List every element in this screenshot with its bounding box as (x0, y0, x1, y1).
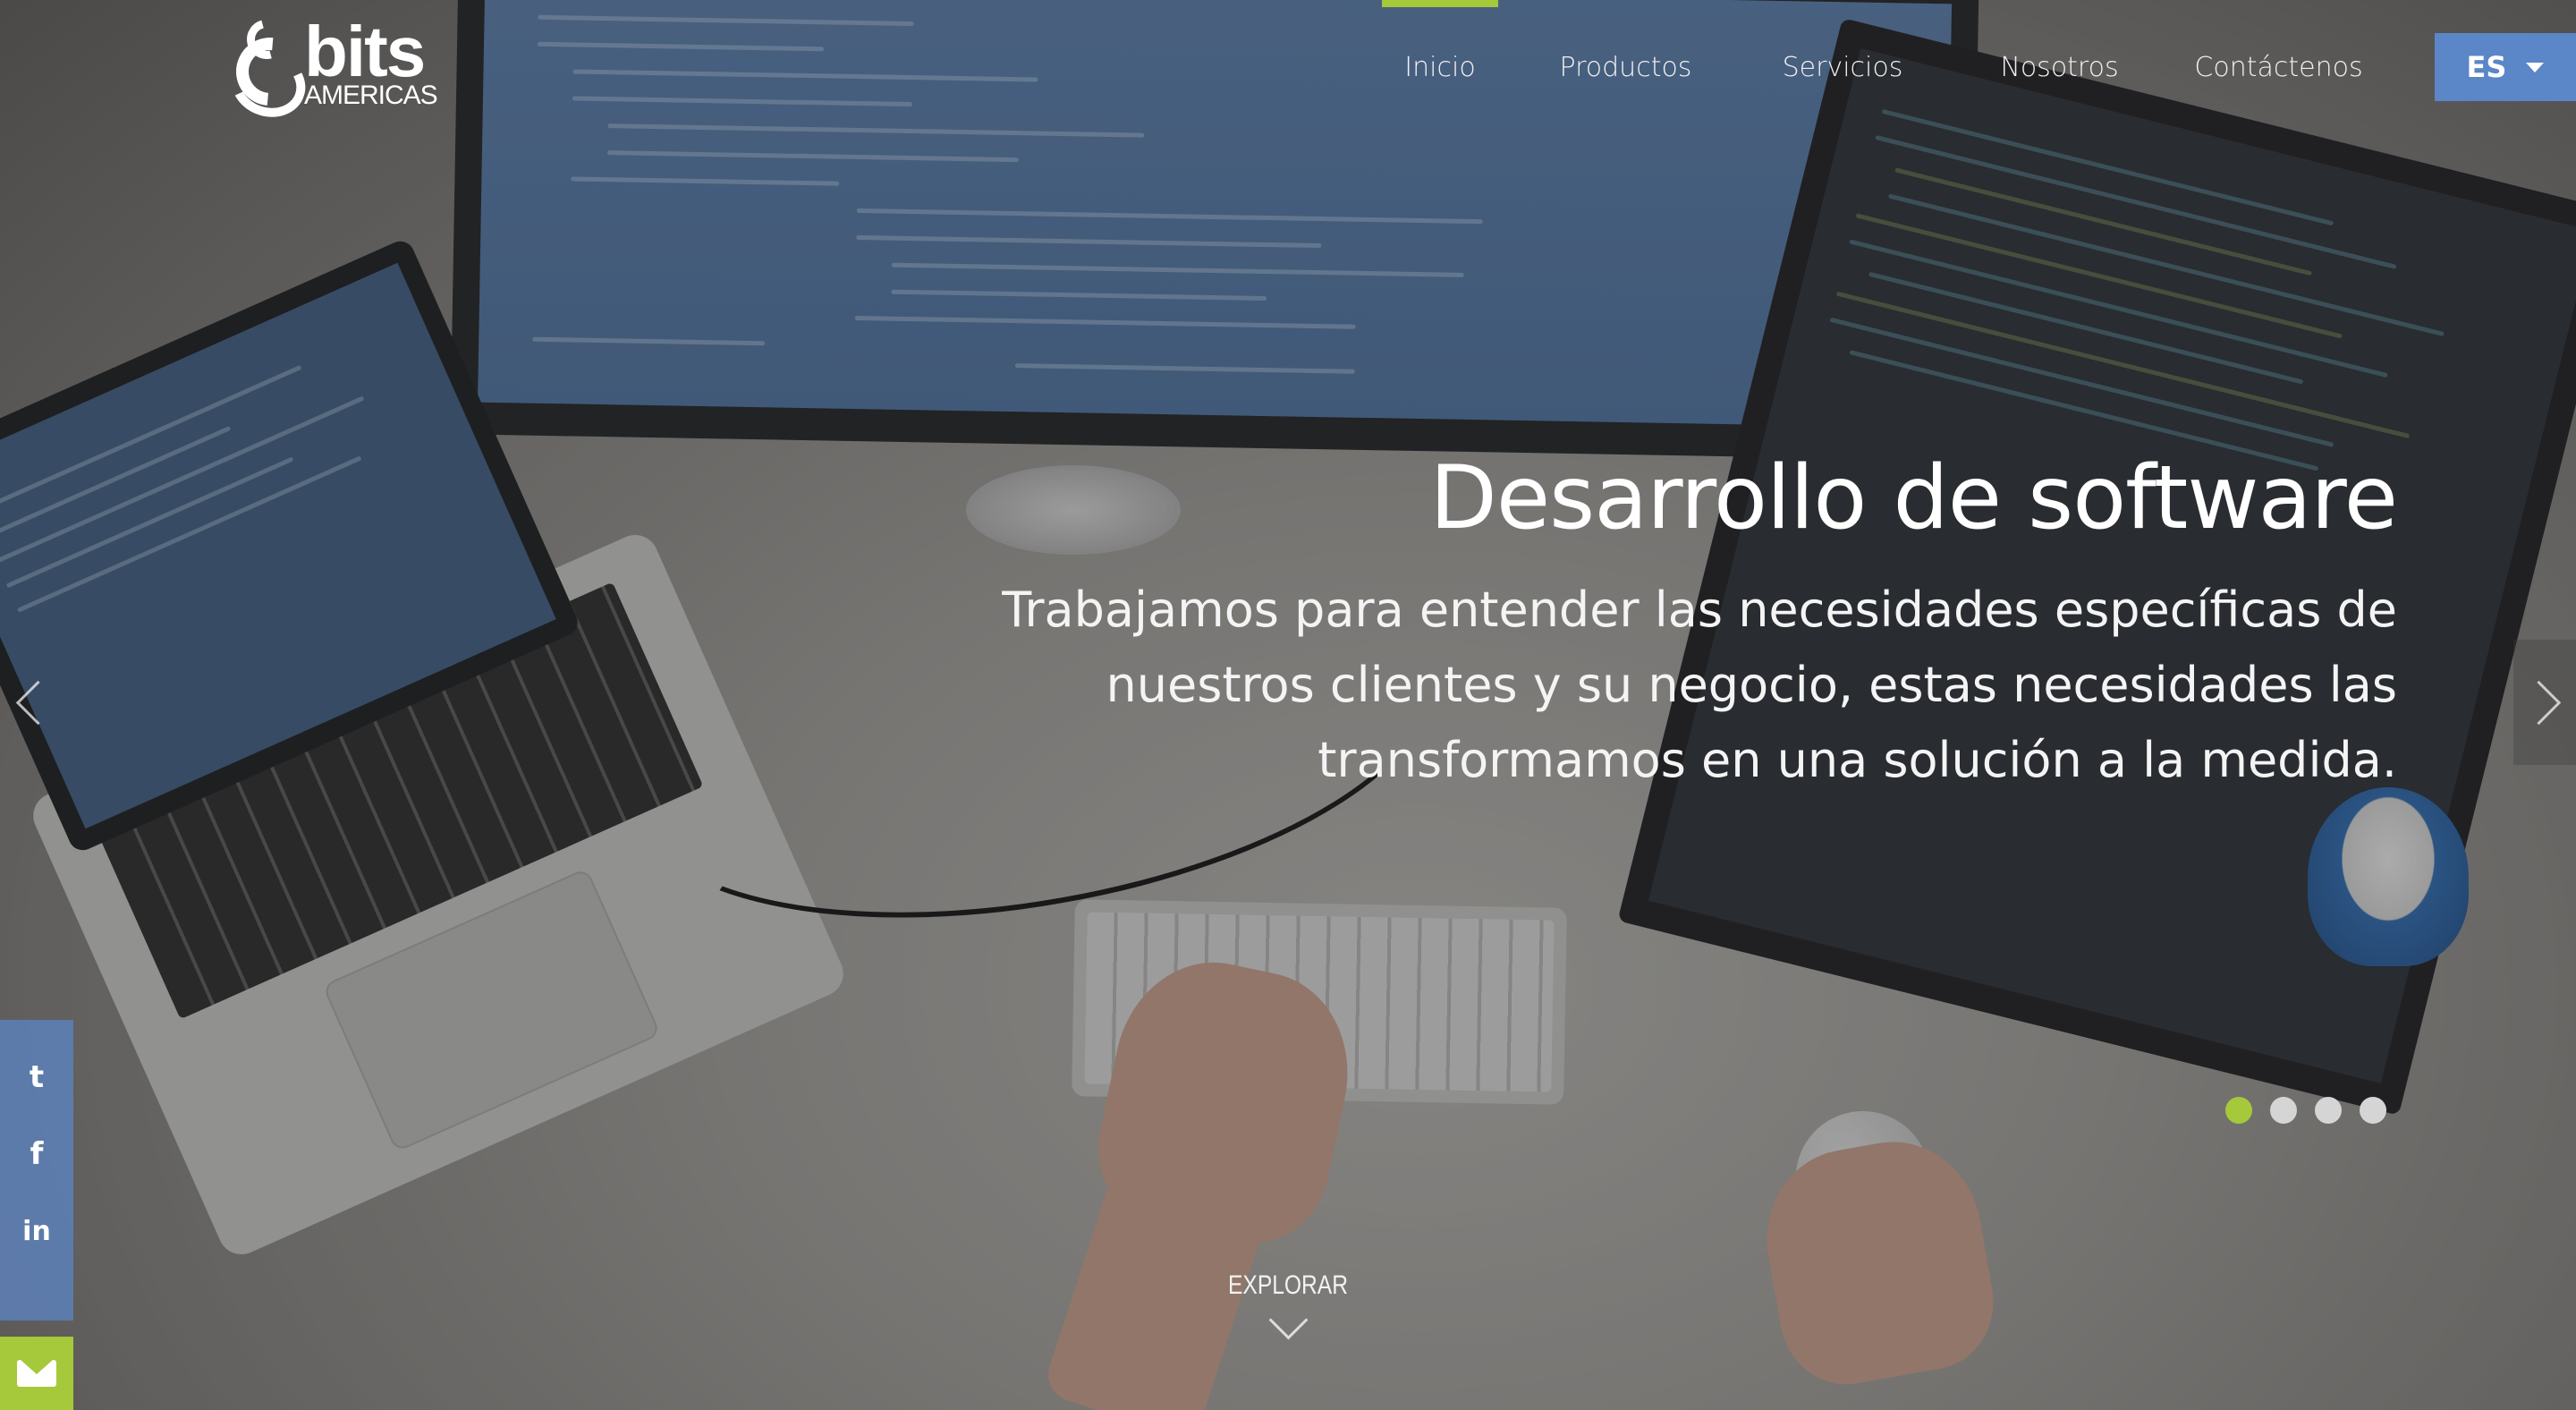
nav-item-nosotros[interactable]: Nosotros (1954, 0, 2165, 143)
twitter-icon[interactable]: t (19, 1056, 55, 1099)
bits-americas-logo[interactable]: bits AMERICAS (222, 12, 438, 128)
penguin-toy (2308, 787, 2469, 966)
carousel-dot-4[interactable] (2360, 1097, 2386, 1124)
logo-subtitle: AMERICAS (304, 81, 438, 110)
chevron-right-icon (2516, 680, 2561, 725)
contact-mail-button[interactable] (0, 1337, 73, 1410)
hero-title: Desarrollo de software (1429, 447, 2398, 549)
language-selector[interactable]: ES (2435, 33, 2576, 101)
social-sidebar: t f in (0, 1020, 73, 1321)
carousel-next-button[interactable] (2513, 640, 2576, 765)
logo-swirl-icon (222, 12, 318, 128)
hero-description: Trabajamos para entender las necesidades… (1002, 582, 2397, 788)
carousel-dot-2[interactable] (2270, 1097, 2297, 1124)
hero-section: bits AMERICAS Inicio Productos Servicios… (0, 0, 2576, 1410)
carousel-dot-3[interactable] (2315, 1097, 2342, 1124)
right-hand (1752, 1128, 2004, 1395)
carousel-indicators (2225, 1097, 2386, 1124)
carousel-prev-button[interactable] (0, 640, 63, 765)
nav-item-productos[interactable]: Productos (1521, 0, 1731, 143)
facebook-icon[interactable]: f (19, 1133, 55, 1176)
chevron-down-icon[interactable] (1268, 1300, 1308, 1342)
caret-down-icon (2526, 62, 2545, 72)
nav-item-servicios[interactable]: Servicios (1731, 0, 1954, 143)
nav-item-contactenos[interactable]: Contáctenos (2165, 0, 2393, 143)
language-label: ES (2466, 50, 2507, 84)
explore-link[interactable]: EXPLORAR (1215, 1270, 1361, 1301)
main-nav: Inicio Productos Servicios Nosotros Cont… (1360, 0, 2393, 143)
nav-item-inicio[interactable]: Inicio (1360, 0, 1521, 143)
carousel-dot-1[interactable] (2225, 1097, 2252, 1124)
chevron-left-icon (15, 680, 60, 725)
linkedin-icon[interactable]: in (19, 1210, 55, 1253)
envelope-icon (17, 1360, 56, 1387)
logo-wordmark: bits (304, 12, 426, 91)
monitor-stand (966, 465, 1181, 555)
